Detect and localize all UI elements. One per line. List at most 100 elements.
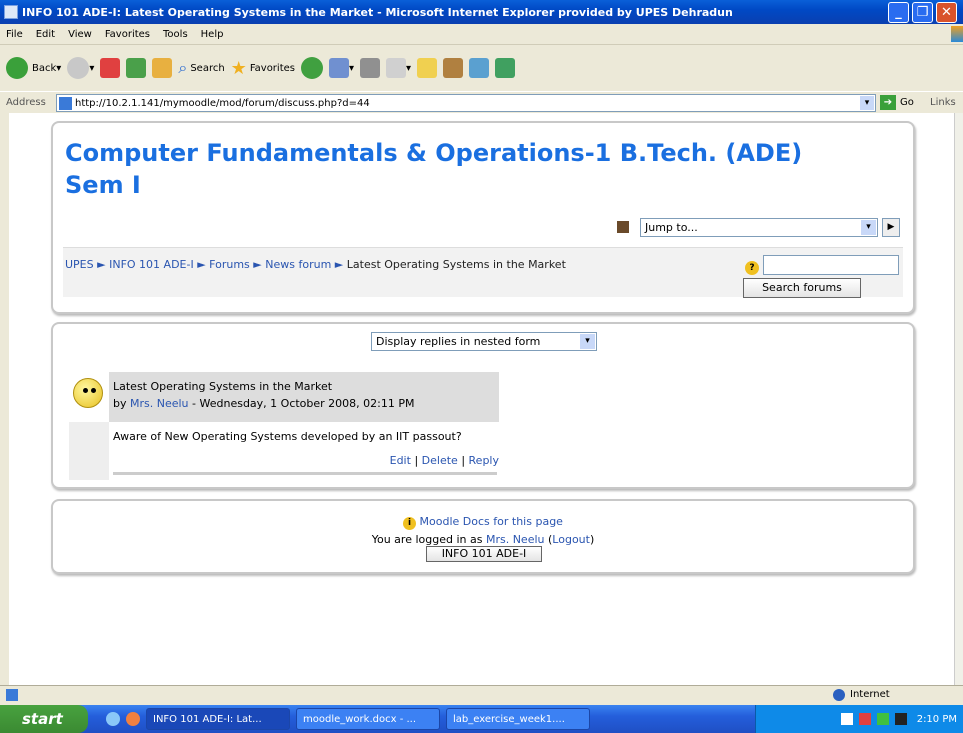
home-button[interactable]: [152, 58, 173, 78]
refresh-button[interactable]: [126, 58, 147, 78]
docs-line: i Moodle Docs for this page: [53, 515, 913, 530]
post-by-label: by: [113, 397, 127, 410]
history-button[interactable]: [300, 57, 323, 79]
people-icon: [495, 58, 516, 78]
tray-icon[interactable]: [858, 713, 871, 725]
breadcrumb-current: Latest Operating Systems in the Market: [346, 258, 566, 271]
search-input[interactable]: [763, 255, 899, 275]
command-sep: |: [461, 454, 466, 467]
stop-icon: [100, 58, 121, 78]
address-input[interactable]: http://10.2.1.141/mymoodle/mod/forum/dis…: [56, 94, 876, 112]
minimize-button[interactable]: _: [888, 2, 909, 23]
menu-edit[interactable]: Edit: [36, 29, 55, 40]
favorites-button[interactable]: ★ Favorites: [231, 58, 295, 79]
vertical-scrollbar[interactable]: [954, 113, 963, 685]
address-bar: Address http://10.2.1.141/mymoodle/mod/f…: [0, 91, 963, 113]
tray-icon[interactable]: [876, 713, 889, 725]
breadcrumb-course[interactable]: INFO 101 ADE-I: [109, 258, 194, 271]
edit-button[interactable]: ▾: [386, 58, 411, 78]
edit-link[interactable]: Edit: [390, 454, 411, 467]
course-button[interactable]: INFO 101 ADE-I: [426, 546, 542, 562]
go-arrow-icon: ➔: [880, 95, 896, 110]
back-button[interactable]: Back ▾: [6, 57, 61, 79]
chevron-down-icon: ▾: [861, 220, 876, 235]
task-label: lab_exercise_week1....: [453, 713, 565, 725]
task-word-moodle[interactable]: moodle_work.docx - ...: [296, 708, 440, 730]
start-button[interactable]: start: [0, 705, 88, 733]
task-label: INFO 101 ADE-I: Lat...: [153, 713, 262, 725]
menu-tools[interactable]: Tools: [163, 29, 188, 40]
logged-in-label: You are logged in as: [371, 533, 483, 546]
research-button[interactable]: [443, 58, 464, 78]
breadcrumb-forums[interactable]: Forums: [209, 258, 250, 271]
page-status-icon: [6, 689, 18, 701]
quicklaunch-media-icon[interactable]: [126, 712, 140, 726]
refresh-icon: [126, 58, 147, 78]
menu-favorites[interactable]: Favorites: [105, 29, 150, 40]
maximize-button[interactable]: ❐: [912, 2, 933, 23]
mail-button[interactable]: ▾: [328, 58, 354, 78]
address-label: Address: [6, 97, 46, 108]
discussion-box: Display replies in nested form ▾ Latest …: [51, 322, 915, 489]
jump-to-select[interactable]: Jump to... ▾: [640, 218, 878, 237]
links-label[interactable]: Links: [930, 97, 956, 108]
post-subject: Latest Operating Systems in the Market: [113, 380, 333, 393]
close-button[interactable]: ✕: [936, 2, 957, 23]
delete-link[interactable]: Delete: [422, 454, 458, 467]
task-ie[interactable]: INFO 101 ADE-I: Lat...: [146, 708, 290, 730]
header-box: Computer Fundamentals & Operations-1 B.T…: [51, 121, 915, 314]
chevron-down-icon[interactable]: ▾: [860, 96, 874, 110]
navigation-icon: [617, 221, 629, 233]
post-commands: Edit | Delete | Reply: [390, 454, 499, 467]
task-word-lab[interactable]: lab_exercise_week1....: [446, 708, 590, 730]
search-button[interactable]: ⌕ Search: [178, 58, 224, 78]
messenger-button[interactable]: [469, 58, 490, 78]
address-url: http://10.2.1.141/mymoodle/mod/forum/dis…: [75, 97, 370, 109]
discuss-button[interactable]: [417, 58, 438, 78]
menu-view[interactable]: View: [68, 29, 92, 40]
avatar: [73, 378, 103, 408]
quicklaunch-ie-icon[interactable]: [106, 712, 120, 726]
page-viewport: Computer Fundamentals & Operations-1 B.T…: [9, 113, 954, 685]
display-mode-value: Display replies in nested form: [376, 335, 541, 348]
breadcrumb-sep: ►: [253, 258, 262, 271]
globe-icon: [833, 689, 845, 701]
moodle-docs-link[interactable]: Moodle Docs for this page: [420, 515, 563, 528]
reply-link[interactable]: Reply: [469, 454, 499, 467]
status-bar: Internet: [0, 685, 963, 705]
print-button[interactable]: [360, 58, 381, 78]
zone-label: Internet: [850, 689, 890, 700]
search-forums-button[interactable]: Search forums: [743, 278, 861, 298]
breadcrumb-news-forum[interactable]: News forum: [265, 258, 331, 271]
note-icon: [417, 58, 438, 78]
tray-icon[interactable]: [840, 713, 853, 725]
system-tray: 2:10 PM: [755, 705, 963, 733]
logout-link[interactable]: Logout: [552, 533, 590, 546]
help-icon[interactable]: ?: [745, 261, 759, 275]
info-icon: i: [403, 517, 417, 530]
post-side: [69, 422, 109, 480]
breadcrumb: UPES ► INFO 101 ADE-I ► Forums ► News fo…: [65, 258, 566, 271]
stop-button[interactable]: [100, 58, 121, 78]
menu-file[interactable]: File: [6, 29, 23, 40]
toolbar: Back ▾ ▾ ⌕ Search ★ Favorites ▾ ▾: [0, 45, 963, 91]
back-arrow-icon: [6, 57, 28, 79]
post-author-link[interactable]: Mrs. Neelu: [130, 397, 189, 410]
jump-go-button[interactable]: ▶: [882, 218, 900, 237]
menu-help[interactable]: Help: [201, 29, 224, 40]
title-bar: INFO 101 ADE-I: Latest Operating Systems…: [0, 0, 963, 24]
display-mode-select[interactable]: Display replies in nested form ▾: [371, 332, 597, 351]
tray-icon[interactable]: [894, 713, 907, 725]
breadcrumb-upes[interactable]: UPES: [65, 258, 94, 271]
people-button[interactable]: [495, 58, 516, 78]
go-button[interactable]: ➔ Go: [880, 95, 914, 110]
star-icon: ★: [230, 57, 247, 79]
ie-icon: [4, 5, 18, 19]
home-icon: [152, 58, 173, 78]
footer-box: i Moodle Docs for this page You are logg…: [51, 499, 915, 574]
browser-window: INFO 101 ADE-I: Latest Operating Systems…: [0, 0, 963, 733]
research-icon: [443, 58, 464, 78]
user-link[interactable]: Mrs. Neelu: [486, 533, 545, 546]
forward-button[interactable]: ▾: [67, 57, 94, 79]
task-label: moodle_work.docx - ...: [303, 713, 417, 725]
